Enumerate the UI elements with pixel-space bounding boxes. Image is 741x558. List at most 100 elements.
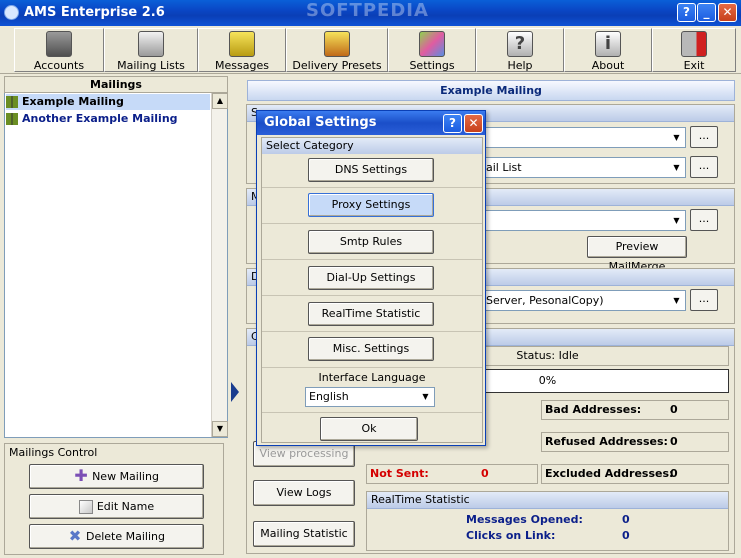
toolbar-messages[interactable]: Messages — [198, 28, 286, 72]
language-label: Interface Language — [318, 371, 426, 384]
excluded-addresses-value: 0 — [670, 467, 678, 480]
window-title: AMS Enterprise 2.6 — [24, 5, 165, 20]
chevron-down-icon[interactable]: ▼ — [668, 128, 685, 147]
language-value: English — [309, 390, 349, 403]
toolbar-help[interactable]: ? Help — [476, 28, 564, 72]
preview-mailmerge-button[interactable]: Preview MailMerge — [587, 236, 687, 273]
smtp-rules-button[interactable]: Smtp Rules — [308, 230, 434, 254]
watermark: SOFTPEDIA — [306, 0, 429, 21]
misc-settings-button[interactable]: Misc. Settings — [308, 337, 434, 361]
accounts-icon — [46, 31, 72, 57]
refused-addresses-label: Refused Addresses: — [545, 435, 668, 448]
not-sent-field: Not Sent: 0 — [366, 464, 538, 484]
message-browse-button[interactable]: ... — [690, 209, 718, 231]
new-mailing-label: New Mailing — [92, 470, 159, 483]
divider — [262, 295, 482, 296]
divider — [262, 367, 482, 368]
realtime-statistic-header: RealTime Statistic — [367, 492, 728, 509]
divider — [262, 187, 482, 188]
toolbar-delivery-presets[interactable]: Delivery Presets — [286, 28, 388, 72]
delivery-presets-icon — [324, 31, 350, 57]
dns-settings-button[interactable]: DNS Settings — [308, 158, 434, 182]
app-icon — [4, 5, 19, 20]
list-combo-value: ail List — [486, 161, 522, 174]
message-combo[interactable]: ▼ — [482, 210, 686, 231]
language-select[interactable]: English ▼ — [305, 387, 435, 407]
toolbar-exit[interactable]: Exit — [652, 28, 736, 72]
mailings-control-header: Mailings Control — [9, 446, 98, 459]
dialog-title-bar: Global Settings ? ✕ — [257, 111, 485, 135]
list-browse-button[interactable]: ... — [690, 156, 718, 178]
settings-icon — [419, 31, 445, 57]
scroll-up-icon[interactable]: ▲ — [212, 93, 228, 109]
mailing-title: Example Mailing — [247, 80, 735, 101]
toolbar-label: Delivery Presets — [292, 59, 382, 72]
mailing-statistic-button[interactable]: Mailing Statistic — [253, 521, 355, 547]
divider — [262, 223, 482, 224]
mailing-item[interactable]: Another Example Mailing — [6, 111, 210, 127]
realtime-statistic-label: RealTime Statistic — [371, 493, 470, 506]
delete-mailing-button[interactable]: ✖ Delete Mailing — [29, 524, 204, 549]
toolbar-mailing-lists[interactable]: Mailing Lists — [104, 28, 198, 72]
divider — [262, 331, 482, 332]
account-browse-button[interactable]: ... — [690, 126, 718, 148]
toolbar-accounts[interactable]: Accounts — [14, 28, 104, 72]
edit-name-button[interactable]: Edit Name — [29, 494, 204, 519]
dial-up-settings-button[interactable]: Dial-Up Settings — [308, 266, 434, 290]
mailing-lists-icon — [138, 31, 164, 57]
mailings-scrollbar[interactable]: ▲ ▼ — [211, 93, 228, 437]
toolbar-settings[interactable]: Settings — [388, 28, 476, 72]
view-logs-button[interactable]: View Logs — [253, 480, 355, 506]
scroll-down-icon[interactable]: ▼ — [212, 421, 228, 437]
title-bar: AMS Enterprise 2.6 SOFTPEDIA ? _ ✕ — [0, 0, 741, 26]
bad-addresses-field: Bad Addresses: 0 — [541, 400, 729, 420]
mailing-item-label: Example Mailing — [22, 95, 124, 108]
bad-addresses-label: Bad Addresses: — [545, 403, 642, 416]
dialog-help-button[interactable]: ? — [443, 114, 462, 133]
refused-addresses-value: 0 — [670, 435, 678, 448]
chevron-down-icon[interactable]: ▼ — [417, 388, 434, 406]
realtime-statistic-button[interactable]: RealTime Statistic — [308, 302, 434, 326]
close-button[interactable]: ✕ — [718, 3, 737, 22]
excluded-addresses-label: Excluded Addresses: — [545, 467, 674, 480]
main-toolbar: Accounts Mailing Lists Messages Delivery… — [0, 26, 741, 74]
mailings-list — [4, 76, 228, 438]
edit-icon — [78, 500, 93, 514]
ok-button[interactable]: Ok — [320, 417, 418, 441]
minimize-button[interactable]: _ — [697, 3, 716, 22]
account-combo[interactable]: ▼ — [482, 127, 686, 148]
toolbar-about[interactable]: i About — [564, 28, 652, 72]
proxy-settings-button[interactable]: Proxy Settings — [308, 193, 434, 217]
divider — [262, 259, 482, 260]
delivery-combo[interactable]: Server, PesonalCopy) ▼ — [482, 290, 686, 311]
delivery-browse-button[interactable]: ... — [690, 289, 718, 311]
chevron-down-icon[interactable]: ▼ — [668, 158, 685, 177]
new-mailing-button[interactable]: ✚ New Mailing — [29, 464, 204, 489]
chevron-down-icon[interactable]: ▼ — [668, 291, 685, 310]
clicks-on-link-label: Clicks on Link: — [466, 529, 556, 542]
dialog-close-button[interactable]: ✕ — [464, 114, 483, 133]
delivery-combo-value: Server, PesonalCopy) — [486, 294, 604, 307]
list-combo[interactable]: ail List ▼ — [482, 157, 686, 178]
not-sent-value: 0 — [481, 467, 489, 480]
category-header: Select Category — [262, 138, 482, 154]
mailings-control-group: Mailings Control ✚ New Mailing Edit Name … — [4, 443, 224, 555]
mailing-item[interactable]: Example Mailing — [6, 94, 210, 110]
collapse-arrow-icon[interactable] — [231, 382, 239, 402]
toolbar-label: Mailing Lists — [117, 59, 185, 72]
refused-addresses-field: Refused Addresses: 0 — [541, 432, 729, 452]
global-settings-dialog: Global Settings ? ✕ Select Category DNS … — [256, 110, 486, 446]
excluded-addresses-field: Excluded Addresses: 0 — [541, 464, 729, 484]
delete-mailing-label: Delete Mailing — [86, 530, 165, 543]
toolbar-label: Help — [507, 59, 533, 72]
mailing-icon — [6, 96, 18, 108]
toolbar-label: Exit — [683, 59, 705, 72]
help-icon: ? — [507, 31, 533, 57]
chevron-down-icon[interactable]: ▼ — [668, 211, 685, 230]
help-button[interactable]: ? — [677, 3, 696, 22]
panel-splitter[interactable] — [229, 76, 241, 554]
messages-opened-label: Messages Opened: — [466, 513, 583, 526]
dialog-title: Global Settings — [264, 115, 377, 130]
toolbar-label: Settings — [409, 59, 455, 72]
divider — [262, 412, 482, 413]
